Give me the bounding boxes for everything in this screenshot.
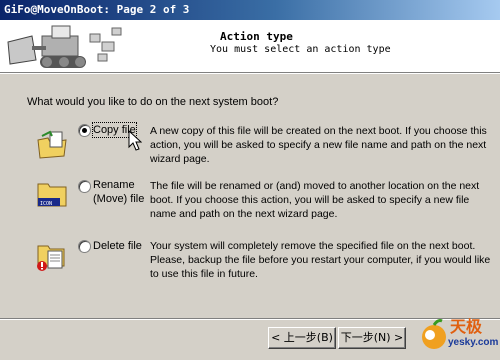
- header-divider: [0, 73, 500, 74]
- rename-move-file-description: The file will be renamed or (and) moved …: [150, 180, 480, 220]
- watermark-site: yesky.com: [448, 337, 499, 348]
- yesky-watermark-logo: 天极 yesky.com: [420, 307, 498, 357]
- delete-file-radio[interactable]: [78, 240, 91, 253]
- header-title: Action type: [220, 30, 293, 43]
- copy-file-radio[interactable]: [78, 124, 91, 137]
- back-button[interactable]: < 上一步(B): [268, 327, 336, 349]
- header-subtitle: You must select an action type: [210, 44, 391, 55]
- mouse-cursor-icon: [128, 130, 142, 151]
- bulldozer-illustration-icon: [7, 25, 122, 68]
- next-button[interactable]: 下一步(N) >: [338, 327, 406, 349]
- rename-move-file-icon: ICON: [37, 183, 67, 207]
- window-title: GiFo@MoveOnBoot: Page 2 of 3: [4, 3, 190, 16]
- watermark-brand: 天极: [450, 317, 483, 336]
- delete-file-description: Your system will completely remove the s…: [150, 240, 491, 280]
- copy-file-description: A new copy of this file will be created …: [150, 125, 487, 165]
- delete-file-icon: [37, 245, 65, 271]
- svg-text:ICON: ICON: [40, 201, 52, 207]
- copy-file-icon: [37, 130, 67, 159]
- delete-file-label[interactable]: Delete file: [93, 239, 142, 253]
- rename-move-file-radio[interactable]: [78, 180, 91, 193]
- action-question: What would you like to do on the next sy…: [27, 96, 279, 108]
- rename-move-file-label[interactable]: Rename (Move) file: [93, 178, 145, 206]
- title-bar: GiFo@MoveOnBoot: Page 2 of 3: [0, 0, 500, 20]
